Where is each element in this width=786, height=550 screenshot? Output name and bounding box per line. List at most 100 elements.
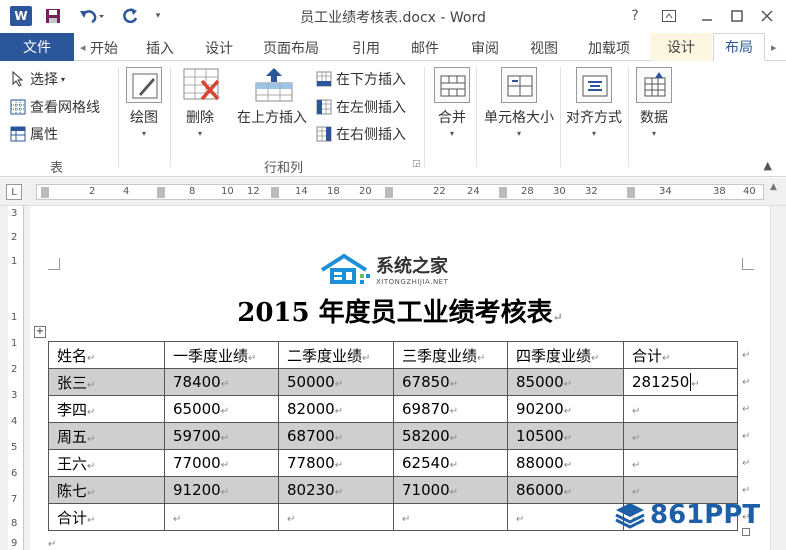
tab-design[interactable]: 设计 bbox=[205, 38, 233, 58]
column-marker[interactable] bbox=[385, 187, 393, 198]
column-marker[interactable] bbox=[499, 187, 507, 198]
table-cell[interactable]: ↵ bbox=[623, 422, 738, 450]
properties-button[interactable]: 属性 bbox=[10, 124, 58, 144]
draw-button[interactable]: 绘图 ▾ bbox=[124, 67, 164, 138]
row-end-mark: ↵ bbox=[742, 458, 751, 469]
table-cell[interactable]: 一季度业绩↵ bbox=[164, 341, 279, 369]
table-cell[interactable]: 90200↵ bbox=[507, 395, 624, 423]
column-marker[interactable] bbox=[41, 187, 49, 198]
insert-right-button[interactable]: 在右侧插入 bbox=[316, 124, 406, 144]
table-cell[interactable]: 59700↵ bbox=[164, 422, 279, 450]
tab-page-layout[interactable]: 页面布局 bbox=[263, 38, 319, 58]
column-marker[interactable] bbox=[271, 187, 279, 198]
table-cell[interactable]: 50000↵ bbox=[278, 368, 394, 396]
horizontal-ruler[interactable]: 2 4 8 10 12 14 18 20 22 24 28 30 32 34 3… bbox=[36, 184, 764, 200]
dialog-launcher-icon[interactable]: ◲ bbox=[412, 159, 421, 169]
tab-insert[interactable]: 插入 bbox=[146, 38, 174, 58]
table-cell[interactable]: ↵ bbox=[164, 503, 279, 531]
table-cell[interactable]: 91200↵ bbox=[164, 476, 279, 504]
view-gridlines-button[interactable]: 查看网格线 bbox=[10, 97, 100, 117]
table-row: 周五↵ 59700↵ 68700↵ 58200↵ 10500↵ ↵ bbox=[48, 422, 738, 450]
delete-button[interactable]: 删除 ▾ bbox=[178, 67, 222, 138]
tab-file[interactable]: 文件 bbox=[0, 33, 74, 61]
minimize-button[interactable] bbox=[696, 6, 718, 26]
table-cell[interactable]: 三季度业绩↵ bbox=[393, 341, 508, 369]
table-cell[interactable]: 80230↵ bbox=[278, 476, 394, 504]
table-cell[interactable]: ↵ bbox=[507, 503, 624, 531]
table-cell[interactable]: 四季度业绩↵ bbox=[507, 341, 624, 369]
table-cell[interactable]: 68700↵ bbox=[278, 422, 394, 450]
table-cell[interactable]: 合计↵ bbox=[48, 503, 165, 531]
table-cell[interactable]: 10500↵ bbox=[507, 422, 624, 450]
merge-cells-icon bbox=[434, 67, 470, 103]
table-row: 王六↵ 77000↵ 77800↵ 62540↵ 88000↵ ↵ bbox=[48, 449, 738, 477]
insert-right-icon bbox=[316, 126, 332, 142]
table-cell[interactable]: 77000↵ bbox=[164, 449, 279, 477]
tab-table-design[interactable]: 设计 bbox=[650, 33, 712, 61]
vruler-tick: 5 bbox=[11, 442, 18, 453]
vertical-scrollbar[interactable] bbox=[770, 206, 786, 550]
table-cell[interactable]: ↵ bbox=[623, 449, 738, 477]
cell-size-button[interactable]: 单元格大小 ▾ bbox=[480, 67, 558, 138]
ruler-tick: 22 bbox=[433, 186, 446, 197]
tab-references[interactable]: 引用 bbox=[352, 38, 380, 58]
table-cell[interactable]: 86000↵ bbox=[507, 476, 624, 504]
column-marker[interactable] bbox=[627, 187, 635, 198]
tab-scroll-left-icon[interactable]: ◂ bbox=[80, 41, 86, 54]
tab-view[interactable]: 视图 bbox=[530, 38, 558, 58]
table-cell[interactable]: 姓名↵ bbox=[48, 341, 165, 369]
insert-above-button[interactable]: 在上方插入 bbox=[232, 67, 312, 127]
tab-table-layout[interactable]: 布局 bbox=[713, 33, 765, 61]
ruler-tick: 4 bbox=[123, 186, 130, 197]
table-move-handle-icon[interactable]: + bbox=[34, 326, 46, 338]
table-cell[interactable]: 85000↵ bbox=[507, 368, 624, 396]
table-cell[interactable]: 67850↵ bbox=[393, 368, 508, 396]
table-cell[interactable]: 62540↵ bbox=[393, 449, 508, 477]
document-page[interactable]: 系统之家 XITONGZHIJIA.NET 2015 年度员工业绩考核表↵ + … bbox=[30, 206, 770, 550]
table-cell[interactable]: ↵ bbox=[623, 395, 738, 423]
tab-addins[interactable]: 加载项 bbox=[588, 38, 630, 58]
table-cell[interactable]: 82000↵ bbox=[278, 395, 394, 423]
table-cell[interactable]: 88000↵ bbox=[507, 449, 624, 477]
table-cell-total-active[interactable]: 281250 ↵ bbox=[623, 368, 738, 396]
data-button[interactable]: 数据 ▾ bbox=[634, 67, 674, 138]
table-cell[interactable]: 陈七↵ bbox=[48, 476, 165, 504]
table-cell[interactable]: 77800↵ bbox=[278, 449, 394, 477]
column-marker[interactable] bbox=[157, 187, 165, 198]
tab-scroll-right-icon[interactable]: ▸ bbox=[771, 41, 777, 54]
table-cell[interactable]: 69870↵ bbox=[393, 395, 508, 423]
table-cell[interactable]: 王六↵ bbox=[48, 449, 165, 477]
site-logo: 系统之家 XITONGZHIJIA.NET bbox=[320, 252, 490, 288]
insert-below-button[interactable]: 在下方插入 bbox=[316, 69, 406, 89]
vruler-tick: 1 bbox=[11, 312, 18, 323]
close-button[interactable] bbox=[756, 6, 778, 26]
select-button[interactable]: 选择 ▾ bbox=[10, 69, 65, 89]
vertical-ruler[interactable]: 3 2 1 1 1 2 3 4 5 6 7 8 9 bbox=[8, 206, 24, 550]
insert-left-button[interactable]: 在左侧插入 bbox=[316, 97, 406, 117]
tab-home[interactable]: 开始 bbox=[90, 38, 118, 58]
table-cell[interactable]: 71000↵ bbox=[393, 476, 508, 504]
help-button[interactable]: ? bbox=[624, 6, 646, 26]
maximize-button[interactable] bbox=[726, 6, 748, 26]
table-cell[interactable]: 二季度业绩↵ bbox=[278, 341, 394, 369]
collapse-ribbon-icon[interactable]: ▲ bbox=[764, 159, 772, 172]
row-end-mark: ↵ bbox=[742, 485, 751, 496]
merge-button[interactable]: 合并 ▾ bbox=[432, 67, 472, 138]
ruler-scroll-up-icon[interactable]: ▲ bbox=[770, 182, 782, 202]
table-cell[interactable]: ↵ bbox=[278, 503, 394, 531]
tab-mailings[interactable]: 邮件 bbox=[411, 38, 439, 58]
table-cell[interactable]: 张三↵ bbox=[48, 368, 165, 396]
table-cell[interactable]: 78400↵ bbox=[164, 368, 279, 396]
document-area: 3 2 1 1 1 2 3 4 5 6 7 8 9 系统之家 XITONGZHI… bbox=[0, 206, 770, 550]
table-cell[interactable]: ↵ bbox=[393, 503, 508, 531]
ribbon-display-options-button[interactable] bbox=[658, 6, 680, 26]
table-cell[interactable]: 58200↵ bbox=[393, 422, 508, 450]
table-cell[interactable]: 65000↵ bbox=[164, 395, 279, 423]
table-cell[interactable]: 周五↵ bbox=[48, 422, 165, 450]
alignment-button[interactable]: 对齐方式 ▾ bbox=[562, 67, 626, 138]
table-cell[interactable]: 合计↵ bbox=[623, 341, 738, 369]
tab-selector[interactable]: L bbox=[6, 184, 22, 200]
tab-review[interactable]: 审阅 bbox=[471, 38, 499, 58]
delete-table-icon bbox=[182, 67, 220, 103]
table-cell[interactable]: 李四↵ bbox=[48, 395, 165, 423]
